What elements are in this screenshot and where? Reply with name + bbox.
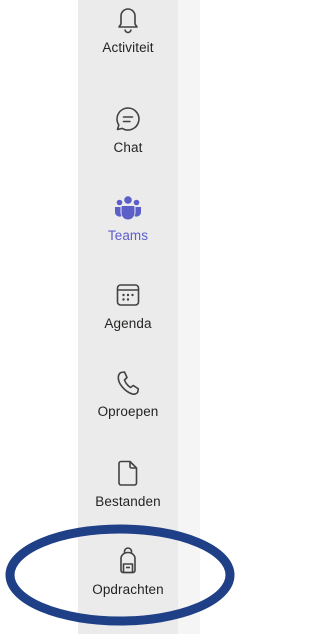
nav-item-teams[interactable]: Teams bbox=[78, 190, 178, 262]
nav-label-chat: Chat bbox=[113, 140, 143, 155]
nav-item-calendar[interactable]: Agenda bbox=[78, 278, 178, 350]
nav-label-assignments: Opdrachten bbox=[92, 582, 164, 597]
nav-item-activity[interactable]: Activiteit bbox=[78, 2, 178, 74]
nav-item-assignments[interactable]: Opdrachten bbox=[78, 544, 178, 616]
bell-icon bbox=[111, 2, 145, 36]
phone-icon bbox=[111, 366, 145, 400]
nav-item-calls[interactable]: Oproepen bbox=[78, 366, 178, 438]
nav-item-files[interactable]: Bestanden bbox=[78, 456, 178, 528]
nav-label-activity: Activiteit bbox=[102, 40, 154, 55]
nav-item-chat[interactable]: Chat bbox=[78, 102, 178, 174]
nav-label-teams: Teams bbox=[107, 228, 149, 243]
calendar-icon bbox=[111, 278, 145, 312]
nav-label-files: Bestanden bbox=[95, 494, 161, 509]
nav-label-calls: Oproepen bbox=[97, 404, 159, 419]
teams-people-icon bbox=[111, 190, 145, 224]
nav-label-calendar: Agenda bbox=[104, 316, 152, 331]
backpack-icon bbox=[111, 544, 145, 578]
app-bar-edge bbox=[178, 0, 200, 634]
file-icon bbox=[111, 456, 145, 490]
chat-bubble-icon bbox=[111, 102, 145, 136]
